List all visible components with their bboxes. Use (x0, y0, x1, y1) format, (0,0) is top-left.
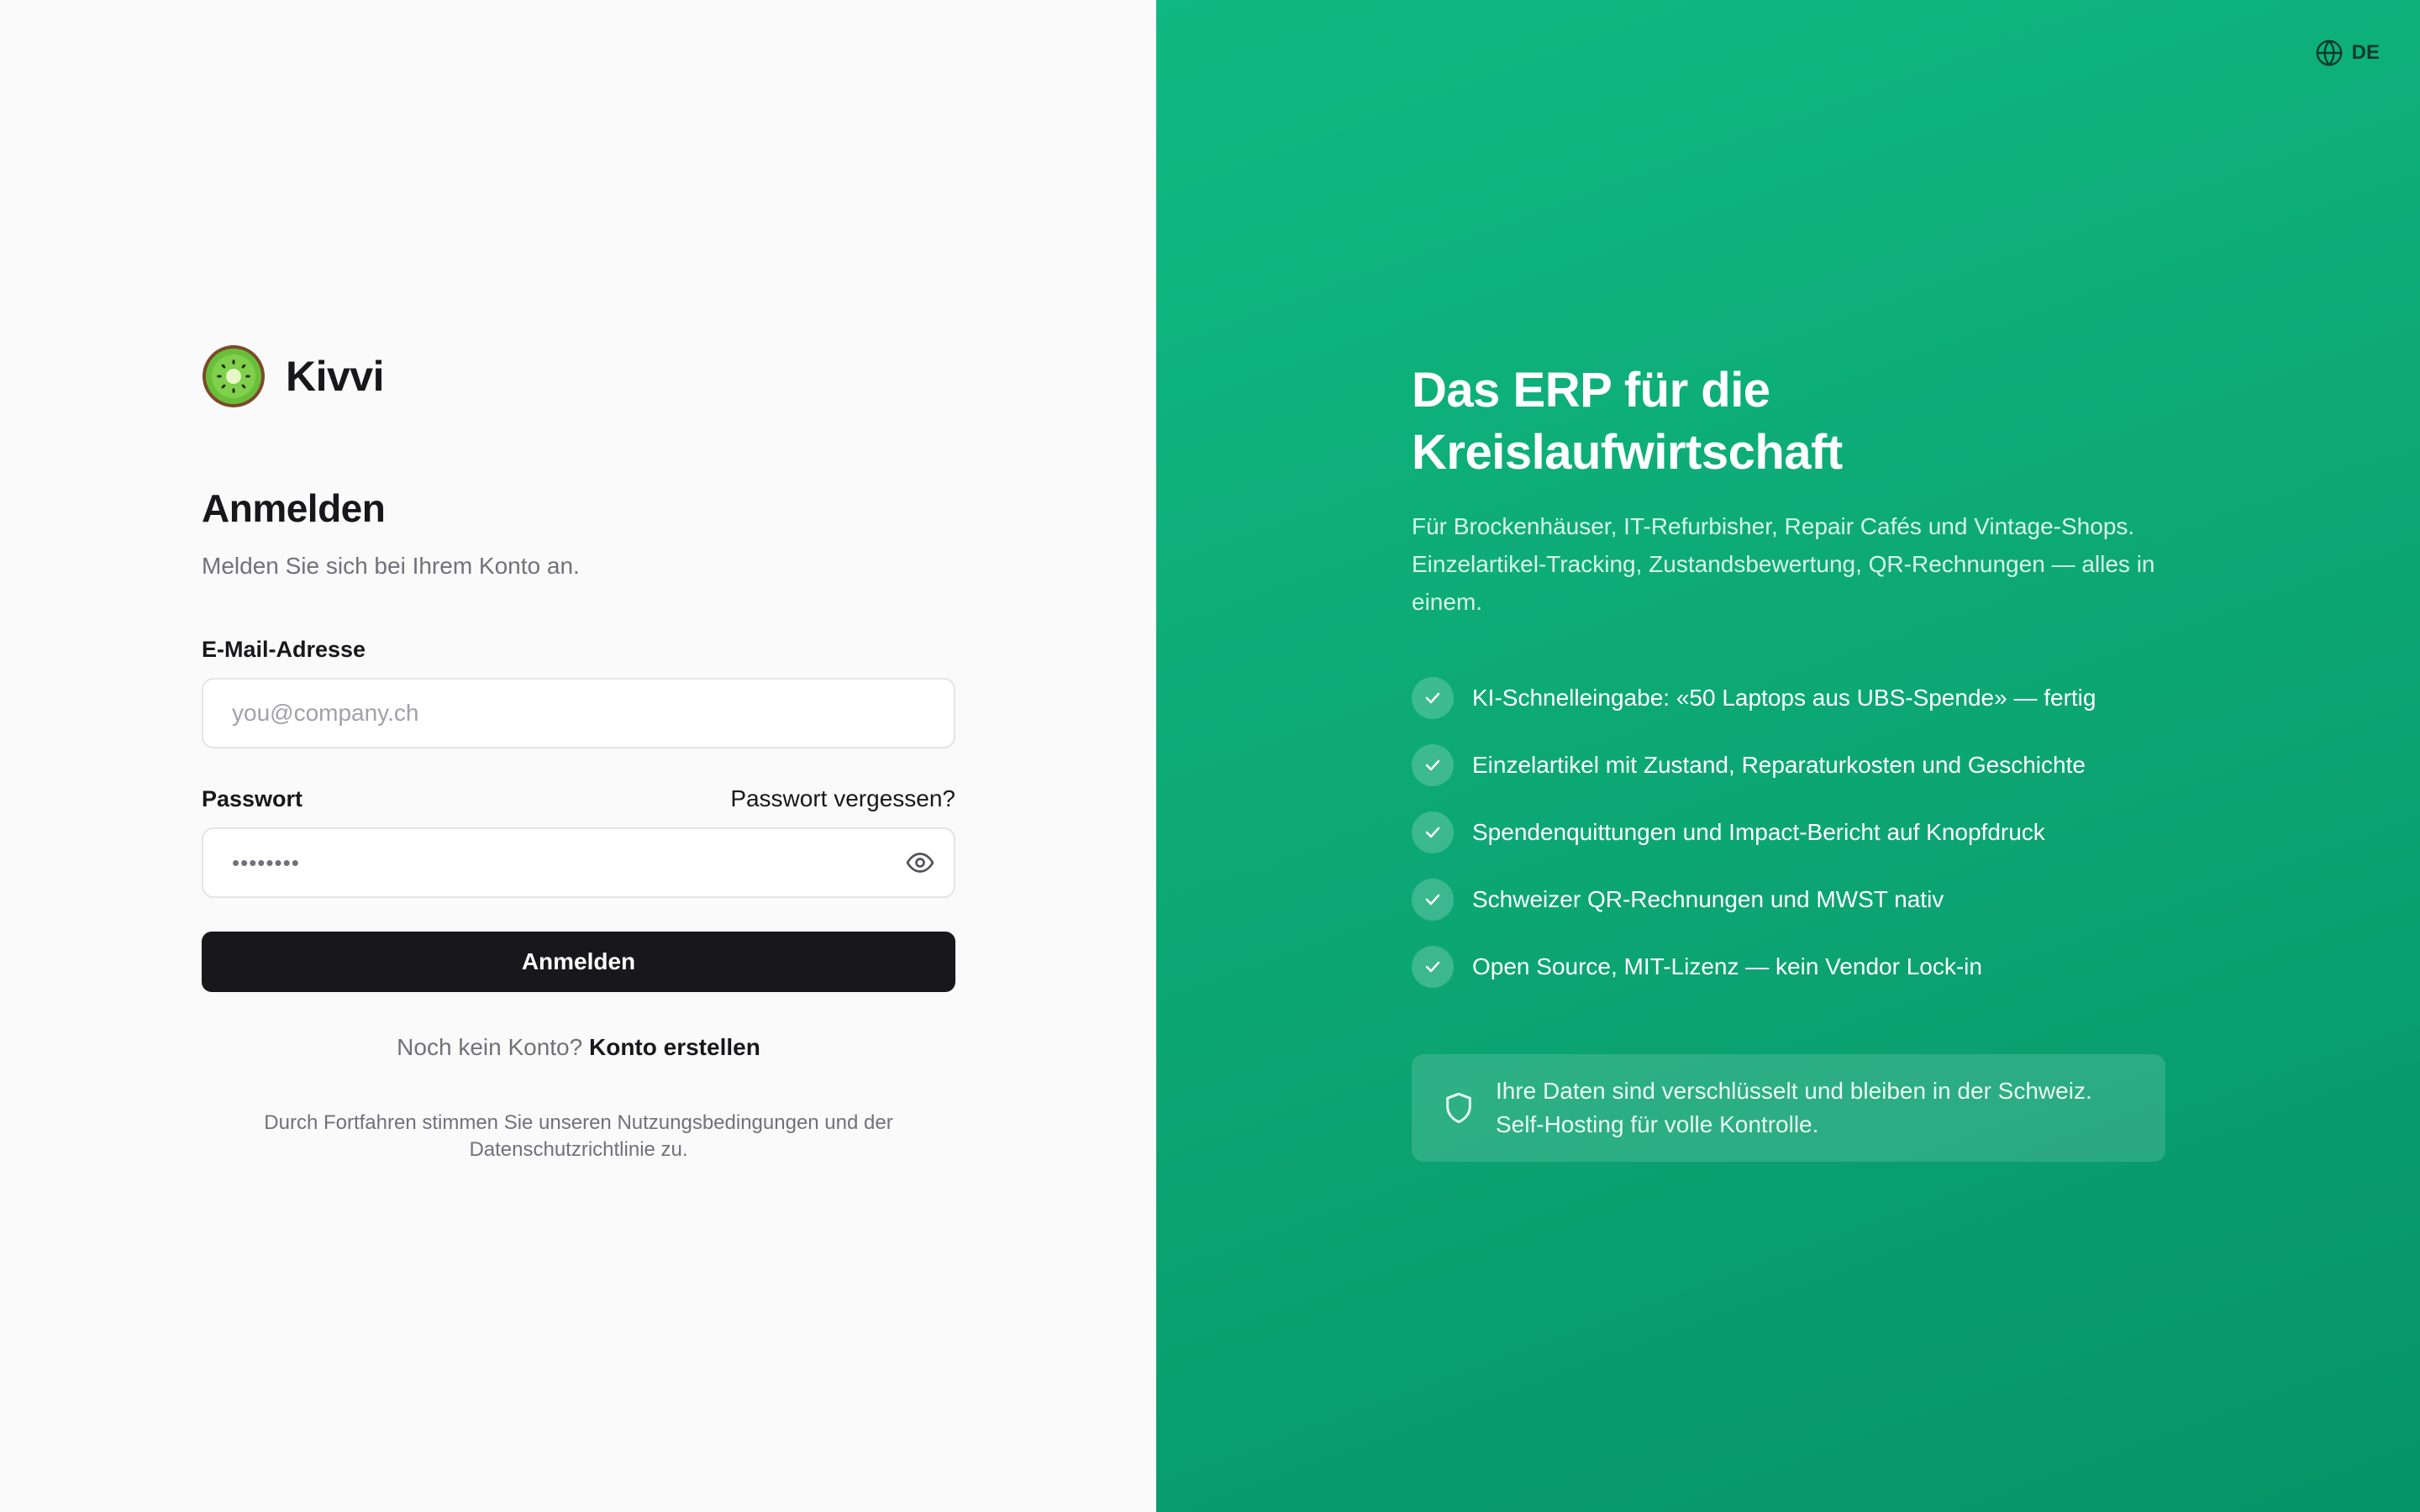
forgot-password-link[interactable]: Passwort vergessen? (730, 785, 955, 812)
brand: Kivvi (202, 344, 955, 408)
brand-name: Kivvi (286, 353, 385, 400)
check-icon (1412, 744, 1454, 786)
legal-notice: Durch Fortfahren stimmen Sie unseren Nut… (264, 1111, 893, 1161)
list-item: Spendenquittungen und Impact-Bericht auf… (1412, 799, 2168, 866)
kiwi-logo-icon (203, 345, 265, 407)
security-note-text: Ihre Daten sind verschlüsselt und bleibe… (1496, 1078, 2092, 1137)
promo-headline: Das ERP für die Kreislaufwirtschaft (1412, 363, 1843, 480)
password-value: •••••••• (232, 849, 300, 875)
create-account-link[interactable]: Konto erstellen (589, 1034, 760, 1060)
list-item: KI-Schnelleingabe: «50 Laptops aus UBS-S… (1412, 664, 2168, 732)
list-item: Einzelartikel mit Zustand, Reparaturkost… (1412, 732, 2168, 799)
promo-description: Für Brockenhäuser, IT-Refurbisher, Repai… (1412, 513, 2155, 615)
email-field-wrapper (202, 678, 955, 748)
promo-content: Das ERP für die Kreislaufwirtschaft Für … (1412, 360, 2168, 1162)
email-label: E-Mail-Adresse (202, 637, 366, 662)
login-panel: Kivvi Anmelden Melden Sie sich bei Ihrem… (0, 0, 1156, 1512)
signup-row: Noch kein Konto? Konto erstellen (202, 1034, 955, 1061)
feature-text: Schweizer QR-Rechnungen und MWST nativ (1472, 886, 1944, 912)
check-icon (1412, 946, 1454, 988)
feature-text: Spendenquittungen und Impact-Bericht auf… (1472, 819, 2045, 845)
promo-panel: DE Das ERP für die Kreislaufwirtschaft F… (1156, 0, 2420, 1512)
page-subtitle: Melden Sie sich bei Ihrem Konto an. (202, 553, 580, 579)
email-field[interactable] (232, 700, 925, 727)
check-icon (1412, 811, 1454, 853)
language-switcher[interactable]: DE (2315, 39, 2380, 67)
check-icon (1412, 879, 1454, 921)
password-label-row: Passwort Passwort vergessen? (202, 785, 955, 812)
password-label: Passwort (202, 785, 303, 811)
eye-icon[interactable] (905, 848, 935, 878)
feature-text: KI-Schnelleingabe: «50 Laptops aus UBS-S… (1472, 685, 2096, 711)
page-title: Anmelden (202, 486, 386, 530)
feature-text: Open Source, MIT-Lizenz — kein Vendor Lo… (1472, 953, 1982, 979)
login-button[interactable]: Anmelden (202, 932, 955, 992)
feature-list: KI-Schnelleingabe: «50 Laptops aus UBS-S… (1412, 664, 2168, 1000)
globe-icon (2316, 39, 2343, 66)
signup-prompt: Noch kein Konto? (397, 1034, 583, 1060)
login-form: Kivvi Anmelden Melden Sie sich bei Ihrem… (202, 344, 955, 1163)
list-item: Schweizer QR-Rechnungen und MWST nativ (1412, 866, 2168, 933)
feature-text: Einzelartikel mit Zustand, Reparaturkost… (1472, 752, 2086, 778)
security-note: Ihre Daten sind verschlüsselt und bleibe… (1412, 1054, 2165, 1162)
language-code: DE (2351, 41, 2380, 64)
list-item: Open Source, MIT-Lizenz — kein Vendor Lo… (1412, 933, 2168, 1000)
password-field[interactable]: •••••••• (202, 827, 955, 898)
check-icon (1412, 677, 1454, 719)
email-label-row: E-Mail-Adresse (202, 637, 955, 663)
shield-icon (1446, 1092, 1471, 1124)
